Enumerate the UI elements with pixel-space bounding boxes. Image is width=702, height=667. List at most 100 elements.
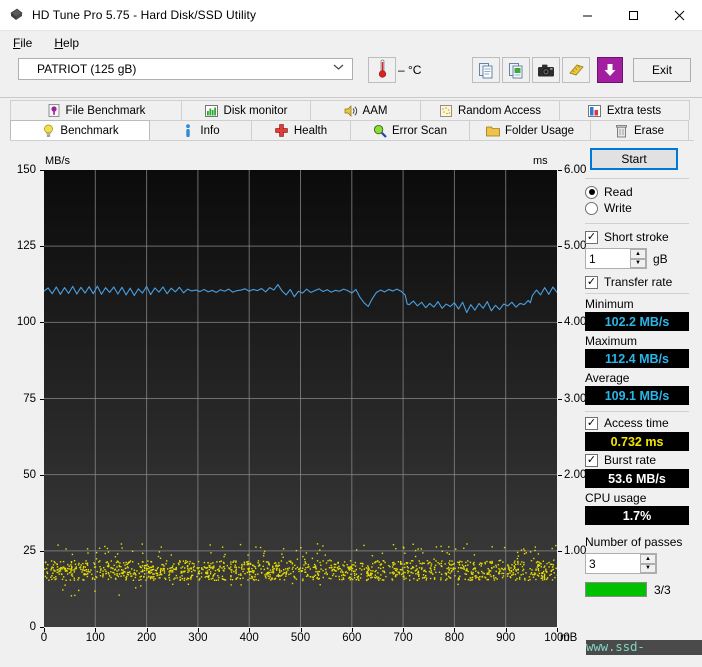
copy-icon[interactable] [472, 57, 500, 83]
close-button[interactable] [656, 0, 702, 31]
number-of-passes-value: 3 [589, 557, 596, 571]
x-tick-label: 100 [86, 632, 105, 644]
checkbox-access-time[interactable]: ✓ Access time [585, 416, 691, 430]
maximum-value-box: 112.4 MB/s [585, 349, 689, 368]
tab-extra-tests-label: Extra tests [607, 105, 661, 117]
menu-file[interactable]: File [4, 33, 41, 53]
tab-benchmark-label: Benchmark [60, 125, 118, 137]
tab-folder-usage[interactable]: Folder Usage [469, 120, 591, 140]
x-tick-mark [147, 628, 148, 632]
start-button[interactable]: Start [590, 148, 678, 170]
download-arrow-icon[interactable] [597, 57, 623, 83]
y2-tick-mark [558, 475, 562, 476]
x-tick-mark [454, 628, 455, 632]
x-tick-mark [557, 628, 558, 632]
x-tick-label: 900 [496, 632, 515, 644]
short-stroke-size-value: 1 [589, 252, 596, 266]
info-icon [181, 124, 195, 138]
divider [585, 293, 689, 294]
radio-read[interactable]: Read [585, 185, 691, 199]
short-stroke-size-input[interactable]: 1 ▲ ▼ [585, 248, 647, 269]
temperature-value: – °C [398, 63, 438, 77]
x-tick-mark [198, 628, 199, 632]
tab-random-access[interactable]: Random Access [420, 100, 560, 120]
tab-row-bottom: Benchmark Info Health [10, 120, 694, 140]
access-time-value-box: 0.732 ms [585, 432, 689, 451]
checkbox-burst-rate[interactable]: ✓ Burst rate [585, 453, 691, 467]
y-tick-label: 150 [0, 164, 36, 176]
tab-strip: File Benchmark Disk monitor [10, 100, 694, 140]
menu-help[interactable]: Help [45, 33, 88, 53]
x-tick-label: 800 [445, 632, 464, 644]
number-of-passes-input[interactable]: 3 ▲ ▼ [585, 553, 657, 574]
burst-rate-value-box: 53.6 MB/s [585, 469, 689, 488]
menu-file-rest: ile [20, 36, 32, 50]
health-cross-icon [275, 124, 289, 137]
tab-health[interactable]: Health [251, 120, 351, 140]
x-tick-label: 0 [41, 632, 47, 644]
x-tick-label: 400 [240, 632, 259, 644]
tab-file-benchmark[interactable]: File Benchmark [10, 100, 182, 120]
plot-canvas [44, 170, 557, 627]
number-of-passes-stepper[interactable]: ▲ ▼ [640, 554, 656, 573]
cpu-usage-value-box: 1.7% [585, 506, 689, 525]
benchmark-bulb-icon [41, 124, 55, 138]
y-tick-label: 75 [0, 393, 36, 405]
divider [585, 223, 689, 224]
stepper-down-icon[interactable]: ▼ [640, 564, 656, 574]
tab-aam-label: AAM [363, 105, 388, 117]
stepper-up-icon[interactable]: ▲ [630, 249, 646, 259]
x-tick-label: 200 [137, 632, 156, 644]
temperature-button[interactable] [368, 57, 396, 83]
divider [585, 411, 689, 412]
measure-icon[interactable] [562, 57, 590, 83]
checkbox-short-stroke[interactable]: ✓ Short stroke [585, 230, 691, 244]
tab-aam[interactable]: AAM [310, 100, 421, 120]
x-tick-label: 500 [291, 632, 310, 644]
radio-read-label: Read [604, 185, 633, 199]
tab-info[interactable]: Info [149, 120, 252, 140]
start-button-label: Start [621, 152, 646, 166]
maximum-label: Maximum [585, 334, 691, 348]
short-stroke-size-row: 1 ▲ ▼ gB [585, 248, 691, 269]
tab-folder-usage-label: Folder Usage [505, 125, 574, 137]
y-axis-unit-left: MB/s [45, 155, 70, 167]
tab-disk-monitor[interactable]: Disk monitor [181, 100, 311, 120]
device-select[interactable]: PATRIOT (125 gB) [18, 58, 353, 80]
tab-random-access-label: Random Access [458, 105, 541, 117]
tab-erase[interactable]: Erase [590, 120, 689, 140]
checkbox-burst-rate-label: Burst rate [604, 453, 656, 467]
y-tick-label: 0 [0, 621, 36, 633]
y-tick-label: 25 [0, 545, 36, 557]
screenshot-icon[interactable] [532, 57, 560, 83]
tab-extra-tests[interactable]: Extra tests [559, 100, 690, 120]
grid-lines [44, 170, 557, 627]
maximize-button[interactable] [610, 0, 656, 31]
cpu-usage-label: CPU usage [585, 491, 691, 505]
control-panel: Start Read Write ✓ Short stroke 1 ▲ ▼ gB [583, 148, 691, 597]
tab-row-top: File Benchmark Disk monitor [10, 100, 694, 120]
pass-progress-row: 3/3 [585, 582, 691, 597]
benchmark-plot [44, 170, 557, 627]
minimize-button[interactable] [564, 0, 610, 31]
exit-button[interactable]: Exit [633, 58, 691, 82]
y2-tick-mark [558, 399, 562, 400]
tab-benchmark[interactable]: Benchmark [10, 120, 150, 140]
x-tick-mark [95, 628, 96, 632]
radio-write-label: Write [604, 201, 632, 215]
tab-error-scan[interactable]: Error Scan [350, 120, 470, 140]
export-icon[interactable] [502, 57, 530, 83]
error-scan-magnifier-icon [373, 124, 387, 138]
stepper-up-icon[interactable]: ▲ [640, 554, 656, 564]
title-bar: HD Tune Pro 5.75 - Hard Disk/SSD Utility [0, 0, 702, 31]
checkbox-transfer-rate[interactable]: ✓ Transfer rate [585, 275, 691, 289]
short-stroke-stepper[interactable]: ▲ ▼ [630, 249, 646, 268]
radio-write[interactable]: Write [585, 201, 691, 215]
x-tick-mark [506, 628, 507, 632]
tab-underline [10, 140, 694, 141]
x-tick-mark [403, 628, 404, 632]
aam-speaker-icon [344, 105, 358, 117]
random-access-icon [439, 105, 453, 117]
stepper-down-icon[interactable]: ▼ [630, 259, 646, 269]
number-of-passes-label: Number of passes [585, 535, 691, 549]
